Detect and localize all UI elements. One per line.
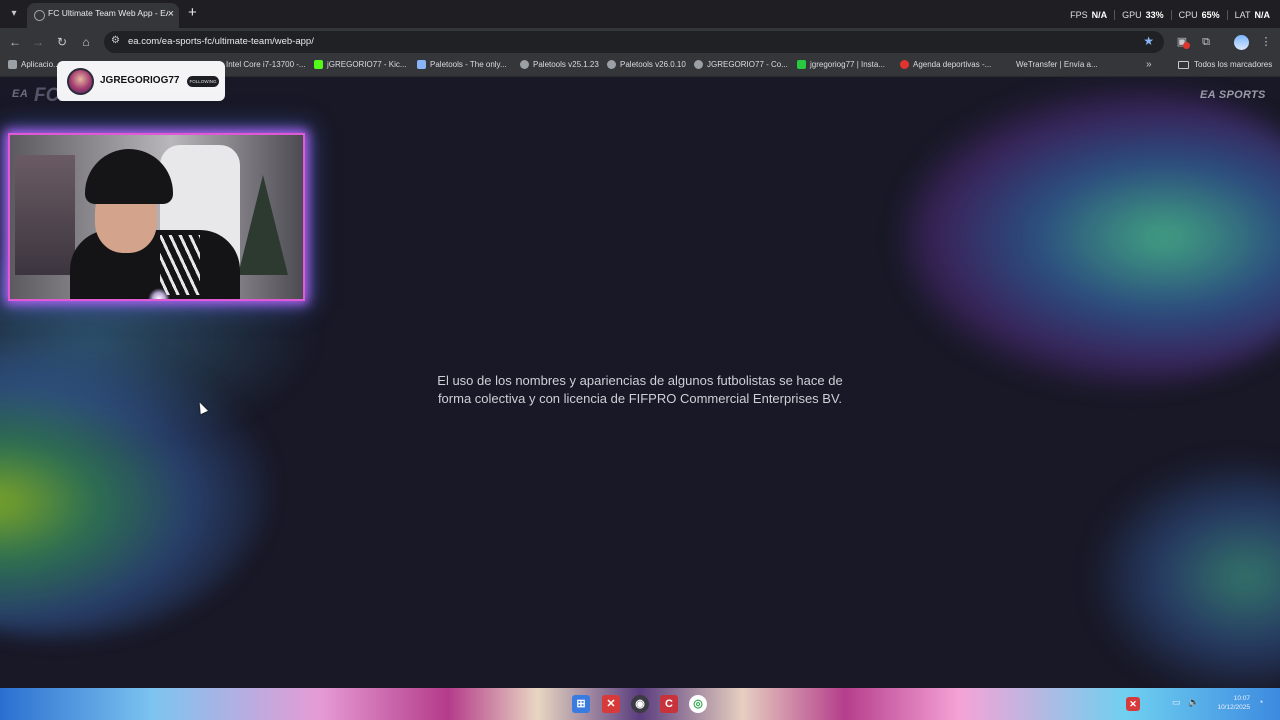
apps-grid-icon <box>8 60 17 69</box>
menu-kebab-icon[interactable]: ⋮ <box>1258 34 1274 50</box>
bookmark-intel[interactable]: Intel Core i7-13700 -... <box>226 60 306 69</box>
background-glow <box>900 87 1280 387</box>
address-bar[interactable]: ⚙ ea.com/ea-sports-fc/ultimate-team/web-… <box>104 31 1164 53</box>
home-icon[interactable]: ⌂ <box>78 34 94 50</box>
system-clock[interactable]: 10:07 10/12/2025 <box>1206 694 1250 712</box>
globe-icon <box>607 60 616 69</box>
windows-start-icon[interactable]: ⊞ <box>572 695 590 713</box>
clock-time: 10:07 <box>1233 695 1250 702</box>
legal-notice: El uso de los nombres y apariencias de a… <box>437 373 843 406</box>
tray-app-icon[interactable]: ✕ <box>1126 697 1140 711</box>
notification-bell-icon[interactable]: ◔ <box>1258 697 1263 707</box>
bookmark-apps[interactable]: Aplicacio... <box>8 60 60 69</box>
taskbar: ⊞ ✕ ◉ C ◎ ✕ ▭ 🔈 10:07 10/12/2025 ◔ <box>0 688 1280 720</box>
agenda-icon <box>900 60 909 69</box>
follow-status-pill: FOLLOWING <box>187 76 219 87</box>
bookmark-wetransfer[interactable]: WeTransfer | Envía a... <box>1003 60 1098 69</box>
network-icon[interactable]: ▭ <box>1172 697 1181 708</box>
clock-date: 10/12/2025 <box>1217 704 1250 711</box>
app-x-icon[interactable]: ✕ <box>602 695 620 713</box>
follow-badge: JGREGORIOG77 FOLLOWING <box>57 61 225 101</box>
avatar <box>67 68 94 95</box>
stat-fps: FPS N/A <box>1063 10 1116 20</box>
forward-arrow-icon[interactable]: → <box>30 34 46 50</box>
extensions-puzzle-icon[interactable]: ⧉ <box>1198 34 1214 50</box>
tab-active[interactable]: FC Ultimate Team Web App - EA × <box>27 3 179 28</box>
bookmark-paletools[interactable]: Paletools - The only... <box>417 60 507 69</box>
folder-icon <box>1178 60 1189 69</box>
stat-gpu: GPU 33% <box>1115 10 1172 20</box>
webcam-overlay <box>8 133 305 301</box>
back-arrow-icon[interactable]: ← <box>7 34 23 50</box>
bookmark-jgregorio-co[interactable]: JGREGORIO77 - Co... <box>694 60 788 69</box>
bookmark-agenda[interactable]: Agenda deportivas -... <box>900 60 991 69</box>
ea-sports-logo: EA SPORTS <box>1200 89 1266 101</box>
close-tab-icon[interactable]: × <box>168 8 174 20</box>
tab-title: FC Ultimate Team Web App - EA <box>48 8 168 18</box>
profile-avatar[interactable] <box>1234 35 1249 50</box>
tab-strip: ▾ FC Ultimate Team Web App - EA × + FPS N… <box>0 0 1280 28</box>
site-info-icon[interactable]: ⚙ <box>111 35 120 46</box>
capcut-icon[interactable]: C <box>660 695 678 713</box>
tab-search-icon[interactable]: ▾ <box>6 6 22 22</box>
stat-lat: LAT N/A <box>1234 10 1270 20</box>
url-text[interactable]: ea.com/ea-sports-fc/ultimate-team/web-ap… <box>128 36 314 47</box>
performance-overlay: FPS N/A GPU 33% CPU 65% LAT N/A <box>1063 9 1272 21</box>
bookmark-paletools-v25[interactable]: Paletools v25.1.23 <box>520 60 599 69</box>
webcam-jacket-stripes <box>160 235 200 295</box>
background-glow <box>1090 457 1280 688</box>
ea-logo: EA <box>12 88 29 100</box>
new-tab-button[interactable]: + <box>188 5 197 21</box>
screen: ▾ FC Ultimate Team Web App - EA × + FPS N… <box>0 0 1280 720</box>
extension-icon[interactable]: ▣ <box>1174 34 1190 50</box>
wetransfer-icon <box>1003 60 1012 69</box>
all-bookmarks-folder[interactable]: Todos los marcadores <box>1178 60 1272 69</box>
instagram-icon <box>797 60 806 69</box>
kick-icon <box>314 60 323 69</box>
paletools-icon <box>417 60 426 69</box>
bookmark-star-icon[interactable]: ★ <box>1143 34 1154 48</box>
follower-name: JGREGORIOG77 <box>100 75 180 86</box>
notification-badge <box>1183 42 1190 49</box>
obs-icon[interactable]: ◉ <box>631 695 649 713</box>
bookmark-paletools-v26[interactable]: Paletools v26.0.10 <box>607 60 686 69</box>
globe-icon <box>694 60 703 69</box>
volume-icon[interactable]: 🔈 <box>1188 697 1199 708</box>
globe-icon <box>34 10 45 21</box>
bookmark-kick[interactable]: jGREGORIO77 - Kic... <box>314 60 407 69</box>
browser-toolbar: ← → ↻ ⌂ ⚙ ea.com/ea-sports-fc/ultimate-t… <box>0 28 1280 56</box>
globe-icon <box>520 60 529 69</box>
webcam-shelf <box>15 155 75 275</box>
stat-cpu: CPU 65% <box>1172 10 1228 20</box>
reload-icon[interactable]: ↻ <box>54 34 70 50</box>
webcam-christmas-tree <box>238 175 288 275</box>
chrome-icon[interactable]: ◎ <box>689 695 707 713</box>
chevron-double-right-icon[interactable]: » <box>1146 59 1152 70</box>
bookmark-instagram[interactable]: jgregoriog77 | Insta... <box>797 60 885 69</box>
